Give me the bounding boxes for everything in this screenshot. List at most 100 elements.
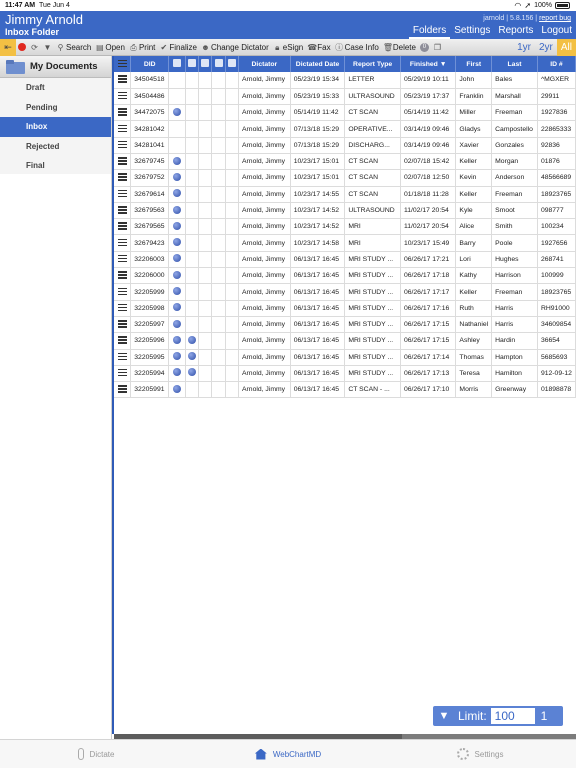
row-menu-icon[interactable]	[117, 336, 127, 343]
refresh-button[interactable]: ⟳	[28, 43, 41, 52]
nav-folders[interactable]: Folders	[408, 24, 451, 39]
table-row[interactable]: 32206003 Arnold, Jimmy 06/13/17 16:45 MRI S…	[114, 251, 576, 269]
col-dictator[interactable]: Dictator	[238, 56, 291, 72]
open-button[interactable]: ▤ Open	[93, 43, 127, 52]
table-row[interactable]: 32206000 Arnold, Jimmy 06/13/17 16:45 MRI S…	[114, 267, 576, 285]
sidebar-item-draft[interactable]: Draft	[0, 78, 111, 98]
row-menu-icon[interactable]	[117, 108, 127, 115]
nav-reports[interactable]: Reports	[494, 24, 537, 39]
row-menu-cell[interactable]	[114, 104, 132, 122]
row-menu-cell[interactable]	[114, 153, 132, 171]
table-row[interactable]: 34472075 Arnold, Jimmy 05/14/19 11:42 CT SC…	[114, 104, 576, 122]
table-row[interactable]: 34281041 Arnold, Jimmy 07/13/18 15:29 DISCH…	[114, 137, 576, 154]
row-menu-cell[interactable]	[114, 267, 132, 285]
row-menu-icon[interactable]	[117, 254, 127, 262]
row-menu-icon[interactable]	[117, 157, 127, 164]
row-menu-icon[interactable]	[117, 75, 127, 82]
row-menu-cell[interactable]	[114, 332, 132, 350]
row-menu-icon[interactable]	[117, 222, 127, 229]
row-menu-icon[interactable]	[117, 173, 127, 180]
row-menu-cell[interactable]	[114, 120, 132, 138]
table-row[interactable]: 32679423 Arnold, Jimmy 10/23/17 14:58 MRI 10…	[114, 234, 576, 252]
page-number[interactable]: 1	[541, 709, 548, 723]
table-row[interactable]: 32205996 Arnold, Jimmy 06/13/17 16:45 MRI S…	[114, 332, 576, 350]
range-all[interactable]: All	[556, 39, 576, 56]
delete-button[interactable]: 🗑︎ Delete	[381, 43, 418, 52]
row-menu-cell[interactable]	[114, 72, 132, 89]
limit-dropdown-icon[interactable]: ▼	[433, 710, 455, 722]
row-menu-icon[interactable]	[117, 91, 127, 99]
col-print-icon[interactable]	[185, 56, 200, 72]
row-menu-icon[interactable]	[117, 385, 127, 392]
row-menu-icon[interactable]	[117, 287, 127, 295]
row-menu-icon[interactable]	[117, 140, 127, 148]
sidebar-item-pending[interactable]: Pending	[0, 98, 111, 118]
finalize-button[interactable]: ✔ Finalize	[157, 43, 199, 52]
row-menu-cell[interactable]	[114, 365, 132, 383]
record-button[interactable]	[16, 43, 28, 51]
window-button[interactable]: ❐	[431, 43, 444, 52]
row-menu-icon[interactable]	[117, 238, 127, 246]
filter-button[interactable]: ▼	[41, 43, 54, 52]
table-row[interactable]: 34281042 Arnold, Jimmy 07/13/18 15:29 OPERA…	[114, 120, 576, 138]
row-menu-icon[interactable]	[117, 124, 127, 132]
tab-settings[interactable]: Settings	[384, 740, 576, 768]
row-menu-icon[interactable]	[117, 368, 127, 376]
row-menu-cell[interactable]	[114, 88, 132, 106]
table-row[interactable]: 32679745 Arnold, Jimmy 10/23/17 15:01 CT SC…	[114, 153, 576, 171]
table-row[interactable]: 34504486 Arnold, Jimmy 05/23/19 15:33 ULTRA…	[114, 88, 576, 106]
row-menu-cell[interactable]	[114, 202, 132, 220]
tab-dictate[interactable]: Dictate	[0, 740, 192, 768]
table-row[interactable]: 32679752 Arnold, Jimmy 10/23/17 15:01 CT SC…	[114, 169, 576, 187]
col-lock-icon[interactable]	[225, 56, 240, 72]
col-finished[interactable]: Finished ▼	[400, 56, 457, 72]
row-menu-icon[interactable]	[117, 271, 127, 278]
row-menu-cell[interactable]	[114, 234, 132, 252]
report-bug-link[interactable]: report bug	[539, 15, 571, 22]
nav-logout[interactable]: Logout	[537, 24, 576, 39]
search-button[interactable]: ⚲ Search	[54, 43, 93, 52]
row-menu-cell[interactable]	[114, 316, 132, 334]
table-row[interactable]: 32205997 Arnold, Jimmy 06/13/17 16:45 MRI S…	[114, 316, 576, 334]
esign-button[interactable]: 🔒︎ eSign	[271, 43, 305, 52]
row-menu-cell[interactable]	[114, 186, 132, 203]
row-menu-icon[interactable]	[117, 352, 127, 360]
sidebar-item-inbox[interactable]: Inbox	[0, 117, 111, 137]
row-menu-cell[interactable]	[114, 349, 132, 366]
case-info-button[interactable]: ⓘ Case Info	[333, 43, 381, 52]
row-menu-icon[interactable]	[117, 206, 127, 213]
exit-button[interactable]: ⇤	[0, 38, 16, 56]
row-menu-cell[interactable]	[114, 381, 132, 399]
tab-webchartmd[interactable]: WebChartMD	[192, 740, 384, 768]
row-menu-cell[interactable]	[114, 283, 132, 301]
row-menu-icon[interactable]	[117, 303, 127, 311]
col-last[interactable]: Last	[491, 56, 538, 72]
row-menu-icon[interactable]	[117, 320, 127, 327]
fax-button[interactable]: ☎ Fax	[305, 43, 332, 52]
select-all-header[interactable]	[114, 56, 132, 72]
change-dictator-button[interactable]: ☻ Change Dictator	[199, 43, 271, 52]
row-menu-cell[interactable]	[114, 218, 132, 236]
table-row[interactable]: 32205995 Arnold, Jimmy 06/13/17 16:45 MRI S…	[114, 349, 576, 366]
table-row[interactable]: 32205991 Arnold, Jimmy 06/13/17 16:45 CT SC…	[114, 381, 576, 399]
nav-settings[interactable]: Settings	[450, 24, 494, 39]
limit-input[interactable]: 100	[490, 708, 535, 724]
table-row[interactable]: 34504518 Arnold, Jimmy 05/23/19 15:34 LETTE…	[114, 72, 576, 89]
row-menu-cell[interactable]	[114, 137, 132, 154]
row-menu-cell[interactable]	[114, 169, 132, 187]
sidebar-item-final[interactable]: Final	[0, 156, 111, 176]
range-1yr[interactable]: 1yr	[513, 39, 535, 56]
row-menu-icon[interactable]	[117, 189, 127, 197]
table-row[interactable]: 32205998 Arnold, Jimmy 06/13/17 16:45 MRI S…	[114, 300, 576, 317]
row-menu-cell[interactable]	[114, 300, 132, 317]
table-row[interactable]: 32679563 Arnold, Jimmy 10/23/17 14:52 ULTRA…	[114, 202, 576, 220]
col-did[interactable]: DID	[130, 56, 170, 72]
print-button[interactable]: ⎙ Print	[127, 43, 157, 52]
sidebar-item-rejected[interactable]: Rejected	[0, 137, 111, 157]
col-first[interactable]: First	[455, 56, 493, 72]
range-2yr[interactable]: 2yr	[535, 39, 557, 56]
row-menu-cell[interactable]	[114, 251, 132, 269]
col-doc-icon[interactable]	[168, 56, 186, 72]
col-id[interactable]: ID #	[537, 56, 576, 72]
col-report-type[interactable]: Report Type	[344, 56, 401, 72]
